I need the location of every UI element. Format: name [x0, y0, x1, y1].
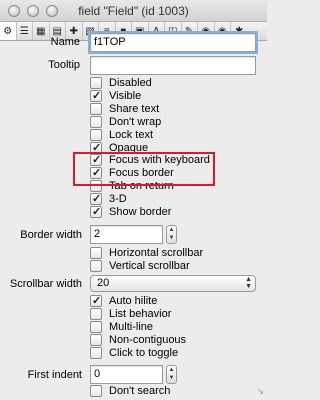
- lock-text-label: Lock text: [109, 128, 154, 141]
- border-width-stepper[interactable]: ▲ ▼: [166, 225, 177, 244]
- checkbox-lock-text-row[interactable]: Lock text: [90, 128, 153, 142]
- title-bar: field "Field" (id 1003): [0, 0, 267, 22]
- resize-grip-icon[interactable]: ↘: [256, 386, 264, 397]
- scrollbar-width-value: 20: [97, 277, 110, 289]
- first-indent-label: First indent: [27, 369, 82, 381]
- checkbox-share-text-row[interactable]: Share text: [90, 102, 159, 116]
- checkbox-show-border-row[interactable]: Show border: [90, 205, 171, 219]
- border-width-label: Border width: [20, 229, 82, 241]
- multi-line-checkbox[interactable]: [90, 321, 102, 333]
- list-option-auto-hilite-row[interactable]: Auto hilite: [90, 294, 157, 308]
- disabled-label: Disabled: [109, 77, 152, 89]
- dont-search-checkbox[interactable]: [90, 385, 102, 397]
- list-option-list-behavior-row[interactable]: List behavior: [90, 307, 171, 321]
- list-behavior-label: List behavior: [109, 308, 172, 320]
- 3-d-checkbox[interactable]: [90, 192, 102, 206]
- first-indent-value: 0: [94, 368, 101, 380]
- list-option-multi-line-row[interactable]: Multi-line: [90, 320, 153, 334]
- tooltip-input[interactable]: [94, 59, 252, 72]
- property-inspector-panel: Name f1TOP Tooltip DisabledVisibleShare …: [0, 31, 267, 400]
- scrollbar-vertical-scrollbar-row[interactable]: Vertical scrollbar: [90, 259, 190, 273]
- show-border-checkbox[interactable]: [90, 205, 102, 218]
- border-width-value: 2: [94, 228, 101, 240]
- 3-d-label: 3-D: [109, 193, 127, 206]
- name-field[interactable]: f1TOP: [88, 31, 258, 54]
- checkbox-disabled-row[interactable]: Disabled: [90, 76, 152, 90]
- lock-text-checkbox[interactable]: [90, 128, 102, 141]
- checkbox-don-t-wrap-row[interactable]: Don't wrap: [90, 115, 161, 129]
- don-t-wrap-label: Don't wrap: [109, 115, 162, 128]
- horizontal-scrollbar-checkbox[interactable]: [90, 247, 102, 259]
- popup-arrows-icon: ▲ ▼: [245, 276, 252, 290]
- disabled-checkbox[interactable]: [90, 77, 102, 89]
- checkbox-visible-row[interactable]: Visible: [90, 89, 141, 103]
- list-behavior-checkbox[interactable]: [90, 308, 102, 320]
- window-title: field "Field" (id 1003): [78, 4, 189, 18]
- non-contiguous-label: Non-contiguous: [109, 334, 187, 346]
- first-indent-field[interactable]: 0: [90, 365, 163, 384]
- show-border-label: Show border: [109, 206, 172, 218]
- list-option-non-contiguous-row[interactable]: Non-contiguous: [90, 333, 186, 347]
- don-t-wrap-checkbox[interactable]: [90, 115, 102, 128]
- vertical-scrollbar-label: Vertical scrollbar: [109, 259, 190, 272]
- tooltip-label: Tooltip: [48, 59, 80, 71]
- visible-checkbox[interactable]: [90, 89, 102, 102]
- highlight-annotation: [73, 152, 215, 186]
- share-text-checkbox[interactable]: [90, 102, 102, 115]
- click-to-toggle-label: Click to toggle: [109, 347, 179, 359]
- scrollbar-width-label: Scrollbar width: [9, 278, 82, 290]
- name-field-value: f1TOP: [94, 36, 126, 48]
- tooltip-field[interactable]: [90, 56, 256, 75]
- first-indent-stepper[interactable]: ▲ ▼: [166, 365, 177, 384]
- list-option-click-to-toggle-row[interactable]: Click to toggle: [90, 346, 178, 360]
- dont-search-label: Don't search: [109, 385, 171, 397]
- scrollbar-width-popup[interactable]: 20 ▲ ▼: [90, 275, 256, 292]
- checkbox-3-d-row[interactable]: 3-D: [90, 192, 127, 206]
- click-to-toggle-checkbox[interactable]: [90, 347, 102, 359]
- visible-label: Visible: [109, 89, 142, 102]
- auto-hilite-label: Auto hilite: [109, 295, 158, 307]
- name-label: Name: [50, 36, 80, 48]
- non-contiguous-checkbox[interactable]: [90, 334, 102, 346]
- auto-hilite-checkbox[interactable]: [90, 294, 102, 307]
- multi-line-label: Multi-line: [109, 321, 154, 333]
- dont-search-checkbox-row[interactable]: Don't search: [90, 384, 170, 398]
- border-width-field[interactable]: 2: [90, 225, 163, 244]
- share-text-label: Share text: [109, 102, 160, 115]
- vertical-scrollbar-checkbox[interactable]: [90, 259, 102, 272]
- horizontal-scrollbar-label: Horizontal scrollbar: [109, 247, 204, 259]
